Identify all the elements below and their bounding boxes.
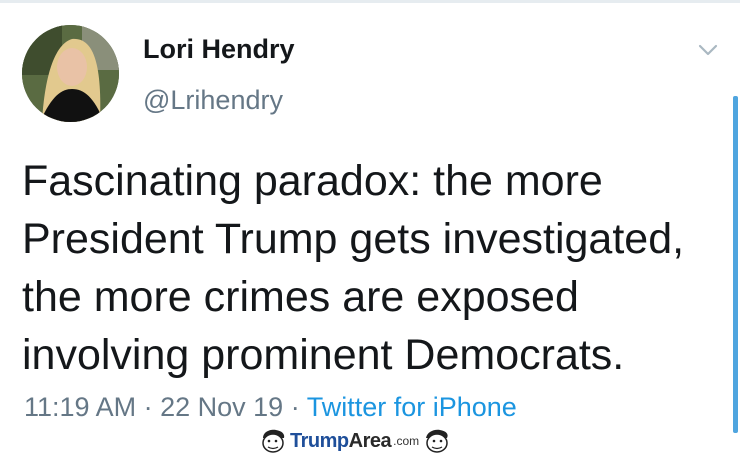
cartoon-face-icon bbox=[262, 429, 285, 453]
watermark-brand: TrumpArea bbox=[290, 429, 392, 452]
user-handle[interactable]: @Lrihendry bbox=[143, 85, 283, 116]
scrollbar[interactable] bbox=[733, 96, 738, 433]
tweet-date[interactable]: 22 Nov 19 bbox=[160, 392, 283, 422]
tweet-source-link[interactable]: Twitter for iPhone bbox=[307, 392, 517, 422]
tweet-line: the more crimes are exposed bbox=[22, 273, 579, 321]
top-divider bbox=[0, 0, 740, 3]
watermark-suffix: .com bbox=[393, 434, 420, 448]
meta-separator: · bbox=[290, 392, 300, 422]
tweet-time[interactable]: 11:19 AM bbox=[24, 392, 136, 422]
cartoon-face-icon bbox=[426, 429, 448, 453]
tweet-line: Fascinating paradox: the more bbox=[22, 157, 603, 205]
watermark: TrumpArea .com bbox=[258, 428, 452, 454]
tweet-line: President Trump gets investigated, bbox=[22, 215, 685, 263]
tweet-line: involving prominent Democrats. bbox=[22, 331, 625, 379]
user-name[interactable]: Lori Hendry bbox=[143, 34, 295, 65]
avatar[interactable] bbox=[22, 25, 119, 122]
tweet-meta: 11:19 AM · 22 Nov 19 · Twitter for iPhon… bbox=[24, 392, 517, 423]
chevron-down-icon[interactable] bbox=[697, 42, 719, 58]
meta-separator: · bbox=[143, 392, 153, 422]
tweet-text: Fascinating paradox: the more President … bbox=[22, 152, 727, 384]
